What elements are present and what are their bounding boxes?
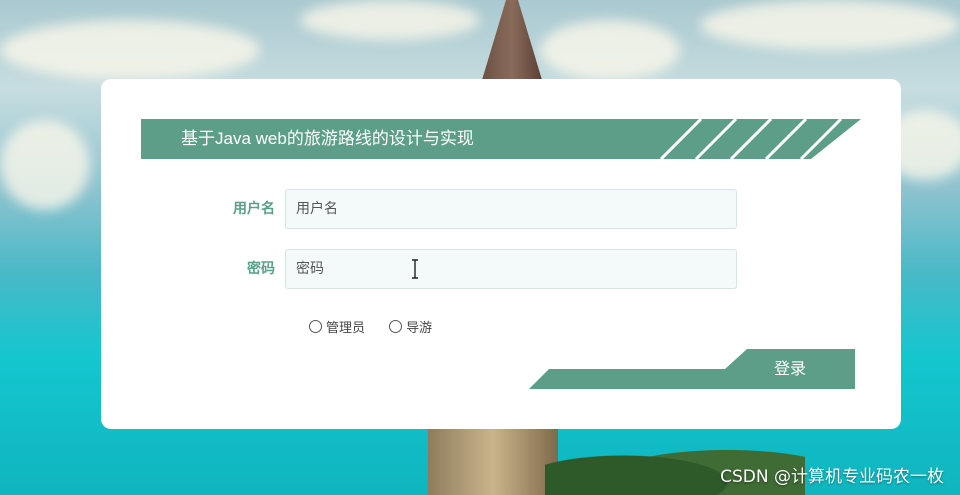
castle-tower (482, 0, 542, 80)
role-label-guide: 导游 (406, 321, 433, 336)
radio-circle-icon[interactable] (309, 320, 322, 333)
role-selector: 管理员 导游 (309, 317, 452, 337)
login-button[interactable]: 登录 (725, 349, 855, 389)
page-title: 基于Java web的旅游路线的设计与实现 (181, 129, 474, 148)
login-card: 基于Java web的旅游路线的设计与实现 用户名 密码 管理员 导游 登录 (101, 79, 901, 429)
username-input[interactable] (285, 189, 737, 229)
password-label: 密码 (247, 261, 275, 277)
username-label: 用户名 (233, 201, 275, 217)
i-beam-cursor-icon (412, 259, 418, 279)
radio-circle-icon[interactable] (389, 320, 403, 333)
title-banner: 基于Java web的旅游路线的设计与实现 (141, 119, 861, 159)
role-radio-admin[interactable]: 管理员 (309, 317, 365, 336)
username-row: 用户名 (101, 189, 901, 229)
password-input[interactable] (285, 249, 737, 289)
role-radio-guide[interactable]: 导游 (389, 317, 432, 336)
role-label-admin: 管理员 (326, 321, 366, 336)
login-area: 登录 (529, 349, 855, 389)
password-row: 密码 (101, 249, 901, 289)
castle (428, 425, 558, 495)
watermark: CSDN @计算机专业码农一枚 (720, 467, 944, 487)
